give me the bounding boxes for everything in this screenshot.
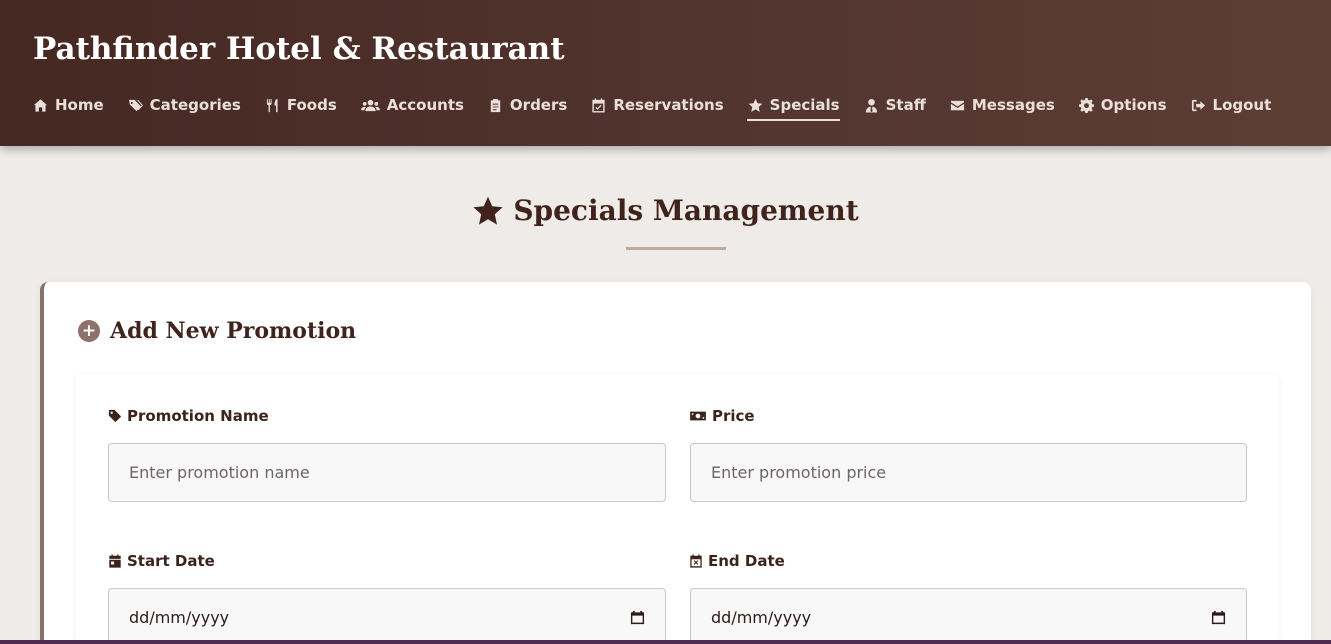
label-text: Price bbox=[712, 407, 755, 425]
card-header: + Add New Promotion bbox=[78, 318, 356, 344]
user-tie-icon bbox=[863, 97, 880, 114]
star-icon bbox=[747, 97, 764, 114]
site-header: Pathfinder Hotel & Restaurant Home Categ… bbox=[0, 0, 1331, 146]
tags-icon bbox=[127, 97, 144, 114]
bottom-edge-bar bbox=[0, 640, 1331, 644]
nav-item-messages[interactable]: Messages bbox=[949, 93, 1055, 117]
nav-item-label: Options bbox=[1100, 96, 1167, 114]
page-title-row: Specials Management bbox=[0, 194, 1331, 227]
nav-item-label: Foods bbox=[286, 96, 337, 114]
clipboard-icon bbox=[487, 97, 504, 114]
money-bill-icon bbox=[690, 411, 706, 421]
date-value: dd/mm/yyyy bbox=[129, 608, 230, 627]
nav-item-label: Categories bbox=[149, 96, 241, 114]
nav-item-label: Specials bbox=[769, 96, 840, 114]
page-title: Specials Management bbox=[472, 194, 859, 227]
envelope-icon bbox=[949, 97, 966, 114]
price-label: Price bbox=[689, 407, 755, 425]
nav-item-foods[interactable]: Foods bbox=[264, 93, 337, 117]
main-nav: Home Categories Foods Accounts Orders Re… bbox=[32, 93, 1294, 121]
label-text: End Date bbox=[708, 552, 785, 570]
add-promotion-card: + Add New Promotion Promotion Name Enter… bbox=[40, 282, 1311, 644]
nav-item-specials[interactable]: Specials bbox=[746, 93, 840, 121]
price-input[interactable]: Enter promotion price bbox=[690, 443, 1247, 502]
plus-circle-icon: + bbox=[78, 320, 100, 342]
calendar-x-icon bbox=[690, 554, 702, 568]
promotion-name-input[interactable]: Enter promotion name bbox=[108, 443, 666, 502]
nav-item-staff[interactable]: Staff bbox=[863, 93, 926, 117]
promotion-name-label: Promotion Name bbox=[108, 407, 269, 425]
logout-icon bbox=[1190, 97, 1207, 114]
date-value: dd/mm/yyyy bbox=[711, 608, 812, 627]
nav-item-options[interactable]: Options bbox=[1078, 93, 1167, 117]
site-brand[interactable]: Pathfinder Hotel & Restaurant bbox=[33, 31, 565, 67]
nav-item-label: Home bbox=[55, 96, 104, 114]
calendar-picker-icon[interactable] bbox=[1211, 610, 1226, 625]
calendar-picker-icon[interactable] bbox=[630, 610, 645, 625]
nav-item-reservations[interactable]: Reservations bbox=[590, 93, 724, 117]
users-icon bbox=[360, 97, 381, 114]
calendar-check-icon bbox=[590, 97, 607, 114]
nav-item-label: Logout bbox=[1212, 96, 1272, 114]
nav-item-categories[interactable]: Categories bbox=[127, 93, 241, 117]
label-text: Start Date bbox=[127, 552, 215, 570]
home-icon bbox=[32, 97, 49, 114]
title-divider bbox=[626, 247, 726, 250]
start-date-input[interactable]: dd/mm/yyyy bbox=[108, 588, 666, 644]
nav-item-accounts[interactable]: Accounts bbox=[360, 93, 464, 117]
start-date-label: Start Date bbox=[108, 552, 215, 570]
nav-item-label: Staff bbox=[885, 96, 926, 114]
gear-icon bbox=[1078, 97, 1095, 114]
nav-item-label: Messages bbox=[971, 96, 1055, 114]
star-icon bbox=[472, 195, 504, 227]
tag-icon bbox=[108, 409, 122, 423]
end-date-input[interactable]: dd/mm/yyyy bbox=[690, 588, 1247, 644]
nav-item-orders[interactable]: Orders bbox=[487, 93, 567, 117]
page-title-text: Specials Management bbox=[513, 194, 859, 227]
nav-item-home[interactable]: Home bbox=[32, 93, 104, 117]
nav-item-label: Reservations bbox=[613, 96, 724, 114]
end-date-label: End Date bbox=[689, 552, 785, 570]
promotion-form: Promotion Name Enter promotion name Pric… bbox=[76, 374, 1279, 644]
label-text: Promotion Name bbox=[127, 407, 269, 425]
nav-item-label: Orders bbox=[509, 96, 568, 114]
calendar-icon bbox=[109, 554, 121, 568]
nav-item-label: Accounts bbox=[386, 96, 464, 114]
nav-item-logout[interactable]: Logout bbox=[1190, 93, 1272, 117]
utensils-icon bbox=[264, 97, 281, 114]
card-title: Add New Promotion bbox=[110, 318, 357, 344]
